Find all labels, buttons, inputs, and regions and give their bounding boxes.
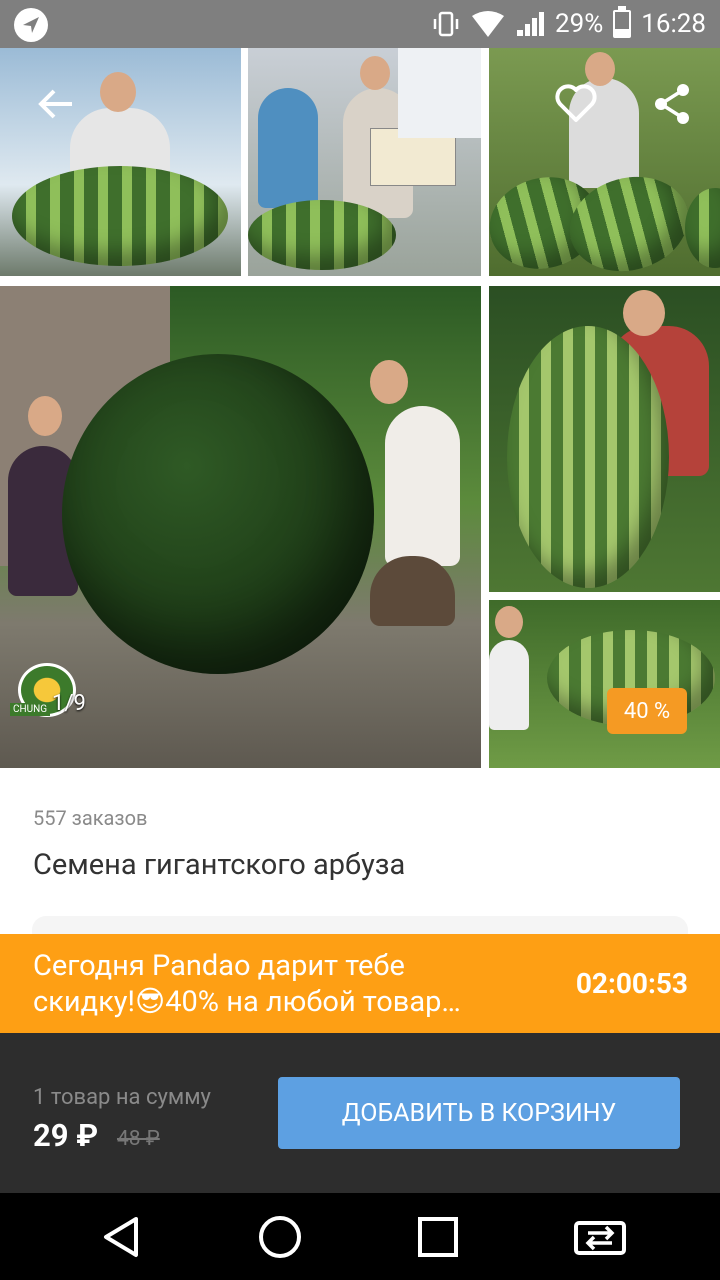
pager-count: 1/9 <box>52 691 86 716</box>
back-triangle-icon[interactable] <box>98 1213 146 1261</box>
gallery-image-5[interactable] <box>489 286 720 592</box>
gallery-image-2[interactable] <box>248 48 481 276</box>
heart-icon[interactable] <box>554 82 598 128</box>
recents-square-icon[interactable] <box>414 1213 462 1261</box>
gallery-image-1[interactable] <box>0 48 241 276</box>
orders-count: 557 заказов <box>33 806 148 830</box>
clock: 16:28 <box>641 9 706 39</box>
battery-icon <box>613 6 632 38</box>
system-nav-bar <box>0 1193 720 1280</box>
home-circle-icon[interactable] <box>256 1213 304 1261</box>
promo-timer: 02:00:53 <box>575 967 688 1000</box>
old-price: 48 ₽ <box>117 1127 160 1151</box>
share-icon[interactable] <box>652 82 692 130</box>
sum-label: 1 товар на сумму <box>33 1085 211 1110</box>
brand-badge: CHUNG <box>10 703 51 716</box>
promo-banner[interactable]: Сегодня Pandao дарит тебе скидку!😎40% на… <box>0 934 720 1033</box>
battery-percent: 29% <box>554 9 604 39</box>
gallery-pager: CHUNG 1/9 <box>10 663 90 723</box>
discount-badge: 40 % <box>607 688 687 734</box>
promo-line-1: Сегодня Pandao дарит тебе <box>33 949 405 983</box>
price: 29 ₽ <box>33 1117 99 1154</box>
wifi-icon <box>471 11 504 37</box>
product-title: Семена гигантского арбуза <box>33 848 406 882</box>
promo-line-2: скидку!😎40% на любой товар… <box>33 985 461 1019</box>
product-image-gallery[interactable]: CHUNG 1/9 40 % <box>0 48 720 768</box>
vibrate-icon <box>433 11 459 37</box>
add-to-cart-button[interactable]: ДОБАВИТЬ В КОРЗИНУ <box>278 1077 680 1149</box>
status-bar: 29% 16:28 <box>0 0 720 48</box>
signal-icon <box>516 12 544 36</box>
promo-text: Сегодня Pandao дарит тебе скидку!😎40% на… <box>33 948 533 1020</box>
switch-app-icon[interactable] <box>572 1213 628 1261</box>
gallery-image-6[interactable] <box>489 600 720 768</box>
navigation-icon <box>14 8 48 42</box>
back-arrow-icon[interactable] <box>36 84 76 128</box>
